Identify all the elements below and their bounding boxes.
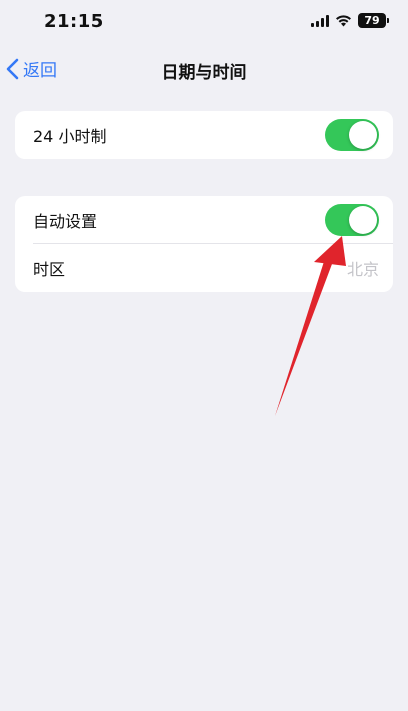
- toggle-auto-set[interactable]: [325, 204, 379, 236]
- row-auto-set: 自动设置: [15, 196, 393, 244]
- row-timezone[interactable]: 时区 北京: [15, 244, 393, 292]
- row-auto-set-label: 自动设置: [33, 212, 98, 231]
- row-24-hour-label: 24 小时制: [33, 127, 107, 146]
- toggle-knob: [349, 121, 377, 149]
- status-bar: 21:15 79: [0, 0, 408, 44]
- toggle-knob: [349, 206, 377, 234]
- wifi-icon: [336, 15, 351, 27]
- toggle-24-hour[interactable]: [325, 119, 379, 151]
- row-24-hour: 24 小时制: [15, 111, 393, 159]
- settings-group-time-format: 24 小时制: [15, 111, 393, 159]
- cellular-signal-icon: [311, 14, 329, 27]
- page-title: 日期与时间: [161, 63, 247, 83]
- battery-level: 79: [364, 14, 380, 27]
- status-time: 21:15: [44, 11, 104, 32]
- annotation-arrow-icon: [275, 236, 346, 416]
- status-icons: 79: [311, 13, 389, 28]
- settings-group-auto: 自动设置 时区 北京: [15, 196, 393, 292]
- battery-icon: 79: [358, 13, 389, 28]
- navigation-bar: 返回 日期与时间: [0, 48, 408, 92]
- row-timezone-value: 北京: [346, 260, 379, 279]
- row-timezone-label: 时区: [33, 260, 66, 279]
